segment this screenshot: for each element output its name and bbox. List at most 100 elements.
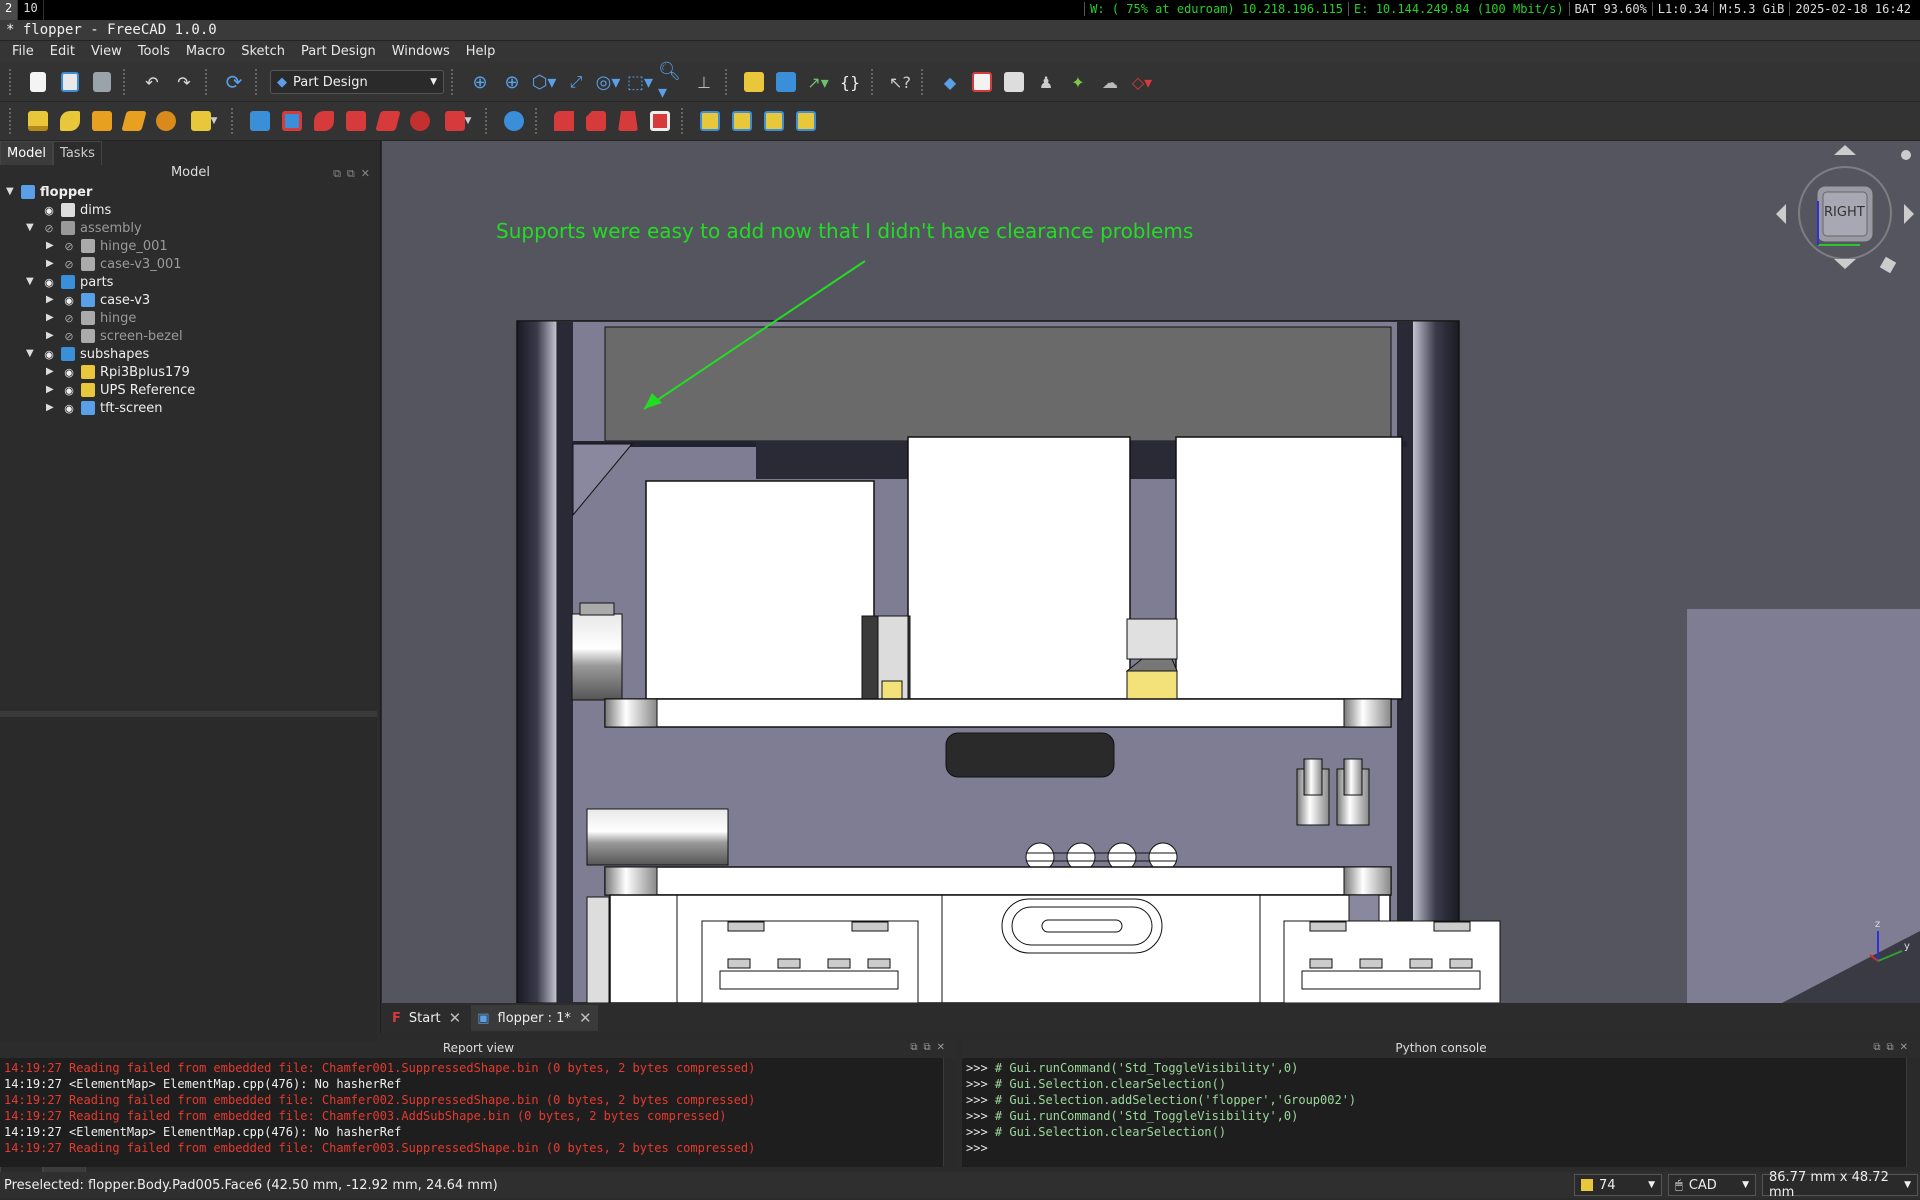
additive-primitive-icon[interactable]: ▼ — [184, 107, 224, 135]
workspace-10[interactable]: 10 — [18, 0, 44, 20]
zoom-menu-icon[interactable]: 🔍︎▾ — [658, 61, 686, 103]
fit-selection-icon[interactable]: ⊕ — [498, 68, 526, 96]
dock-buttons[interactable]: ⧉⧉✕ — [1873, 1042, 1914, 1053]
menu-sketch[interactable]: Sketch — [233, 41, 293, 63]
subtractive-pipe-icon[interactable] — [374, 107, 402, 135]
console-scrollbar[interactable] — [1906, 1058, 1920, 1167]
fillet-icon[interactable] — [550, 107, 578, 135]
refresh-icon[interactable]: ⟳ — [220, 68, 248, 96]
eye-icon[interactable]: ◉ — [42, 204, 56, 217]
link-icon[interactable]: ↗▾ — [804, 68, 832, 96]
undo-icon[interactable]: ↶ — [138, 68, 166, 96]
menu-macro[interactable]: Macro — [178, 41, 233, 63]
measure-icon[interactable]: ⊥ — [690, 68, 718, 96]
mirrored-icon[interactable] — [696, 107, 724, 135]
tree-item[interactable]: ▶ ◉ tft-screen — [46, 399, 162, 417]
tree-item[interactable]: ◉ dims — [26, 201, 111, 219]
new-document-icon[interactable] — [24, 68, 52, 96]
3d-viewport[interactable]: z y Supports were easy to add now that I… — [382, 141, 1920, 1003]
thickness-icon[interactable] — [646, 107, 674, 135]
tree-item[interactable]: ▶ ◉ Rpi3Bplus179 — [46, 363, 190, 381]
eye-icon[interactable]: ◉ — [62, 366, 76, 379]
boolean-icon[interactable] — [500, 107, 528, 135]
eye-hidden-icon[interactable]: ⊘ — [62, 258, 76, 271]
tree-item[interactable]: ▶ ⊘ case-v3_001 — [46, 255, 182, 273]
eye-hidden-icon[interactable]: ⊘ — [62, 330, 76, 343]
sub-shape-binder-icon[interactable]: ☁ — [1096, 68, 1124, 96]
redo-icon[interactable]: ↷ — [170, 68, 198, 96]
eye-icon[interactable]: ◉ — [42, 276, 56, 289]
multi-transform-icon[interactable] — [792, 107, 820, 135]
create-sketch-icon[interactable] — [968, 68, 996, 96]
workbench-selector[interactable]: ◆ Part Design ▼ — [270, 70, 444, 94]
chevron-down-icon[interactable]: ▼ — [26, 223, 36, 233]
save-document-icon[interactable] — [88, 68, 116, 96]
subtractive-primitive-icon[interactable]: ▼ — [438, 107, 478, 135]
shape-binder-icon[interactable]: ✦ — [1064, 68, 1092, 96]
additive-loft-icon[interactable] — [88, 107, 116, 135]
toolbar-grip[interactable] — [9, 69, 17, 95]
eye-icon[interactable]: ◉ — [62, 402, 76, 415]
menu-help[interactable]: Help — [458, 41, 504, 63]
tree-item[interactable]: ▶ ◉ UPS Reference — [46, 381, 195, 399]
notifications-button[interactable]: 74 ▼ — [1574, 1174, 1662, 1196]
whats-this-icon[interactable]: ↖? — [886, 68, 914, 96]
chamfer-icon[interactable] — [582, 107, 610, 135]
chevron-down-icon[interactable]: ▼ — [26, 277, 36, 287]
dimension-display[interactable]: 86.77 mm x 48.72 mm ▼ — [1762, 1170, 1918, 1200]
workspace-2[interactable]: 2 — [0, 0, 19, 20]
subtractive-helix-icon[interactable] — [406, 107, 434, 135]
toolbar-grip[interactable] — [9, 108, 17, 134]
selection-filter-icon[interactable]: ⬚▾ — [626, 68, 654, 96]
groove-icon[interactable] — [310, 107, 338, 135]
macro-braces-icon[interactable]: {} — [836, 68, 864, 96]
chevron-right-icon[interactable] — [26, 205, 36, 215]
open-document-icon[interactable] — [56, 68, 84, 96]
eye-icon[interactable]: ◉ — [62, 294, 76, 307]
hole-icon[interactable] — [278, 107, 306, 135]
chevron-right-icon[interactable]: ▶ — [46, 367, 56, 377]
menu-view[interactable]: View — [83, 41, 130, 63]
python-console[interactable]: Python console ⧉⧉✕ >>> # Gui.runCommand(… — [962, 1041, 1920, 1167]
tab-start[interactable]: F Start ✕ — [386, 1005, 467, 1031]
chevron-right-icon[interactable]: ▶ — [46, 295, 56, 305]
tree-item[interactable]: ▶ ⊘ screen-bezel — [46, 327, 183, 345]
tree-item[interactable]: ▶ ⊘ hinge — [46, 309, 136, 327]
eye-hidden-icon[interactable]: ⊘ — [42, 222, 56, 235]
chevron-right-icon[interactable]: ▶ — [46, 259, 56, 269]
tab-flopper[interactable]: ▣ flopper : 1* ✕ — [471, 1005, 598, 1031]
linear-pattern-icon[interactable] — [728, 107, 756, 135]
menu-tools[interactable]: Tools — [130, 41, 178, 63]
pocket-icon[interactable] — [246, 107, 274, 135]
menu-edit[interactable]: Edit — [42, 41, 83, 63]
datum-point-icon[interactable]: ♟ — [1032, 68, 1060, 96]
dock-buttons[interactable]: ⧉⧉✕ — [910, 1042, 951, 1053]
tree-item[interactable]: ▼ ⊘ assembly — [26, 219, 142, 237]
tree-item[interactable]: ▼ flopper — [6, 183, 92, 201]
group-icon[interactable] — [772, 68, 800, 96]
menu-file[interactable]: File — [4, 41, 42, 63]
chevron-down-icon[interactable]: ▼ — [26, 349, 36, 359]
pad-icon[interactable] — [24, 107, 52, 135]
tree-item[interactable]: ▼ ◉ subshapes — [26, 345, 149, 363]
chevron-right-icon[interactable]: ▶ — [46, 331, 56, 341]
eye-icon[interactable]: ◉ — [42, 348, 56, 361]
revolution-icon[interactable] — [56, 107, 84, 135]
chevron-right-icon[interactable]: ▶ — [46, 403, 56, 413]
chevron-down-icon[interactable]: ▼ — [6, 187, 16, 197]
menu-windows[interactable]: Windows — [384, 41, 458, 63]
validate-sketch-icon[interactable] — [1000, 68, 1028, 96]
chevron-right-icon[interactable]: ▶ — [46, 313, 56, 323]
menu-part-design[interactable]: Part Design — [293, 41, 384, 63]
clone-icon[interactable]: ◇▾ — [1128, 68, 1156, 96]
draw-style-icon[interactable]: ◎▾ — [594, 68, 622, 96]
additive-pipe-icon[interactable] — [120, 107, 148, 135]
tree-item[interactable]: ▶ ◉ case-v3 — [46, 291, 150, 309]
eye-hidden-icon[interactable]: ⊘ — [62, 312, 76, 325]
close-icon[interactable]: ✕ — [449, 1009, 462, 1027]
navcube-face-label[interactable]: RIGHT — [1824, 205, 1865, 220]
python-console-body[interactable]: >>> # Gui.runCommand('Std_ToggleVisibili… — [962, 1058, 1902, 1167]
tab-model[interactable]: Model — [0, 141, 54, 165]
report-scrollbar[interactable] — [943, 1058, 957, 1167]
bounding-box-icon[interactable]: ⤢ — [562, 68, 590, 96]
